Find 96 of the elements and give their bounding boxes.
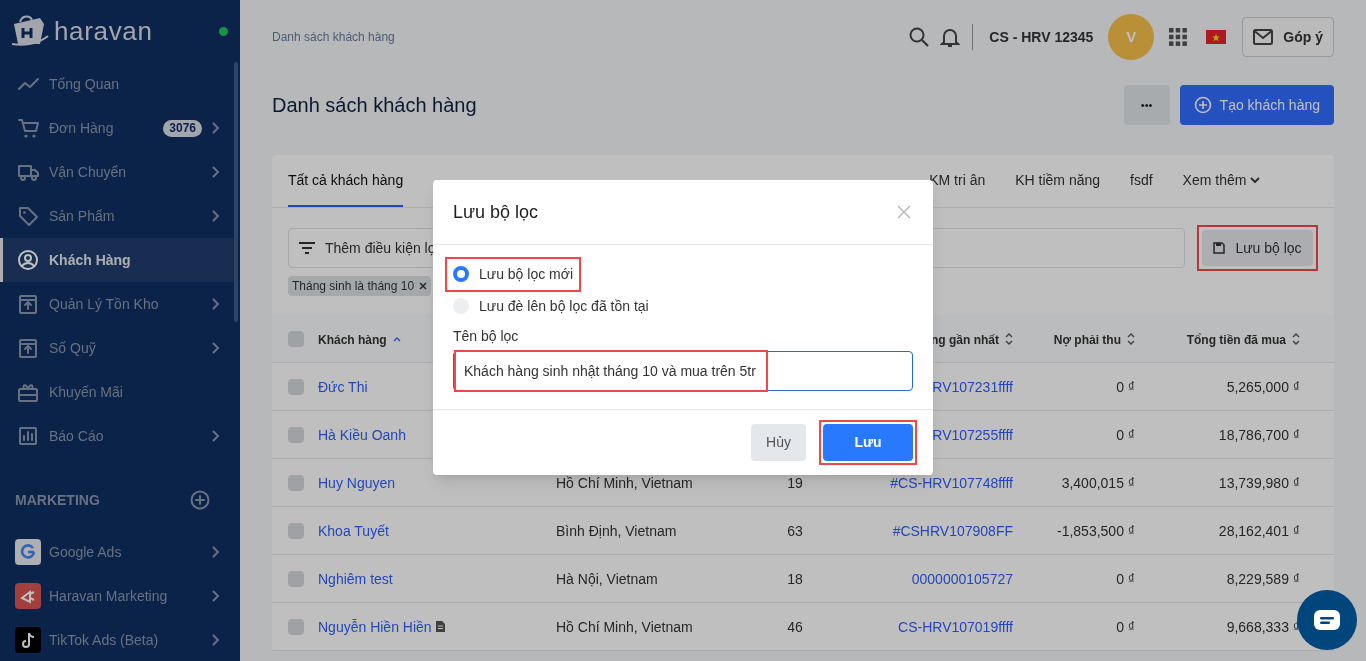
checkbox[interactable] [288,378,304,395]
debt-amount: 0 ₫ [1116,570,1135,587]
music-note-app-icon [15,627,41,653]
address-text: Bình Định, Vietnam [556,522,677,539]
debt-amount: 3,400,015 ₫ [1061,474,1135,491]
customer-link[interactable]: Huy Nguyen [318,474,396,491]
customer-link[interactable]: Đức Thi [318,378,368,395]
flag-icon[interactable] [1206,30,1227,44]
column-header[interactable]: Khách hàng [318,332,387,347]
add-circle-icon[interactable] [190,490,210,510]
filter-chip[interactable]: Tháng sinh là tháng 10 [288,276,432,296]
google-logo-icon [15,539,41,565]
checkbox[interactable] [288,474,304,491]
debt-amount: 0 ₫ [1116,378,1135,395]
megaphone-app-icon [15,583,41,609]
nav-item[interactable]: Quản Lý Tồn Kho [0,282,234,326]
address-text: Hồ Chí Minh, Vietnam [556,618,693,635]
order-count: 19 [787,474,803,491]
breadcrumb-link[interactable]: Danh sách khách hàng [272,28,909,46]
dialog-title: Lưu bộ lọc [453,200,539,224]
box-icon [17,337,39,359]
field-label: Tên bộ lọc [453,327,520,346]
total-amount: 28,162,401 ₫ [1218,522,1300,539]
checkbox[interactable] [288,330,304,347]
debt-amount: 0 ₫ [1116,618,1135,635]
radio-button[interactable] [453,266,469,282]
page-title: Danh sách khách hàng [272,93,478,118]
order-count: 63 [787,522,803,539]
gift-icon [17,381,39,403]
feedback-button[interactable]: Góp ý [1242,17,1334,57]
order-link[interactable]: 0000000105727 [911,570,1013,587]
checkbox[interactable] [288,570,304,587]
customer-link[interactable]: Khoa Tuyết [318,522,389,539]
bar-chart-icon [17,425,39,447]
order-link[interactable]: #CSHRV107908FF [892,522,1013,539]
section-heading: MARKETING [15,490,100,510]
add-circle-icon [1193,96,1212,114]
column-header[interactable]: Tổng tiền đã mua [1186,332,1286,347]
save-filter-button[interactable]: Lưu bộ lọc [1202,230,1313,266]
shopping-bag-logo-icon [10,14,50,48]
column-header[interactable]: Nợ phải thu [1053,332,1121,347]
tab[interactable]: fsdf [1130,155,1153,207]
nav-item[interactable]: Số Quỹ [0,326,234,370]
search-icon[interactable] [908,26,931,48]
cart-icon [17,117,39,139]
user-circle-icon [17,249,39,271]
total-amount: 5,265,000 ₫ [1226,378,1300,395]
tab[interactable]: Xem thêm [1182,155,1261,207]
create-customer-button[interactable]: Tạo khách hàng [1179,85,1334,125]
nav-item[interactable]: TikTok Ads (Beta) [0,618,234,661]
checkbox[interactable] [288,426,304,443]
filter-icon [299,242,315,254]
nav-item[interactable]: Đơn Hàng 3076 [0,106,234,150]
chat-icon [1313,609,1341,631]
nav-item[interactable]: Sản Phẩm [0,194,234,238]
address-text: Hà Nội, Vietnam [556,570,658,587]
mail-icon [1253,29,1274,45]
more-button[interactable]: ••• [1123,85,1170,125]
filter-name-field[interactable]: Khách hàng sinh nhật tháng 10 và mua trên 5tr [453,351,913,391]
nav-item[interactable]: Khuyến Mãi [0,370,234,414]
nav-item[interactable]: Khách Hàng [0,238,234,282]
nav-item[interactable]: Báo Cáo [0,414,234,458]
box-icon [17,293,39,315]
brand-name: haravan [54,14,153,48]
apps-grid-icon[interactable] [1169,28,1188,46]
order-link[interactable]: #CS-HRV107748ffff [890,474,1013,491]
total-amount: 13,739,980 ₫ [1218,474,1300,491]
debt-amount: 0 ₫ [1116,426,1135,443]
order-link[interactable]: RV107255ffff [932,426,1013,443]
nav-item[interactable]: Vận Chuyển [0,150,234,194]
radio-option[interactable]: Lưu bộ lọc mới [445,256,582,292]
checkbox[interactable] [288,522,304,539]
order-link[interactable]: RV107231ffff [932,378,1013,395]
order-count: 18 [787,570,803,587]
store-name[interactable]: CS - HRV 12345 [989,26,1094,48]
address-text: Hồ Chí Minh, Vietnam [556,474,693,491]
nav-item[interactable]: Haravan Marketing [0,574,234,618]
tag-icon [17,205,39,227]
debt-amount: -1,853,500 ₫ [1056,522,1135,539]
order-link[interactable]: CS-HRV107019ffff [898,618,1013,635]
tab[interactable]: KH tiềm năng [1015,155,1101,207]
order-count: 46 [787,618,803,635]
customer-link[interactable]: Nguyễn Hiền Hiền [318,618,432,635]
total-amount: 18,786,700 ₫ [1218,426,1300,443]
cancel-button[interactable]: Hủy [751,424,806,461]
save-button[interactable]: Lưu [823,424,913,461]
close-icon[interactable] [419,282,428,290]
customer-link[interactable]: Nghiêm test [318,570,393,587]
count-badge: 3076 [163,119,202,137]
nav-item[interactable]: Google Ads [0,530,234,574]
tab[interactable]: Tất cả khách hàng [288,155,404,207]
checkbox[interactable] [288,618,304,635]
bell-icon[interactable] [940,26,961,48]
total-amount: 8,229,589 ₫ [1226,570,1300,587]
nav-item[interactable]: Tổng Quan [0,62,234,106]
customer-link[interactable]: Hà Kiều Oanh [318,426,406,443]
